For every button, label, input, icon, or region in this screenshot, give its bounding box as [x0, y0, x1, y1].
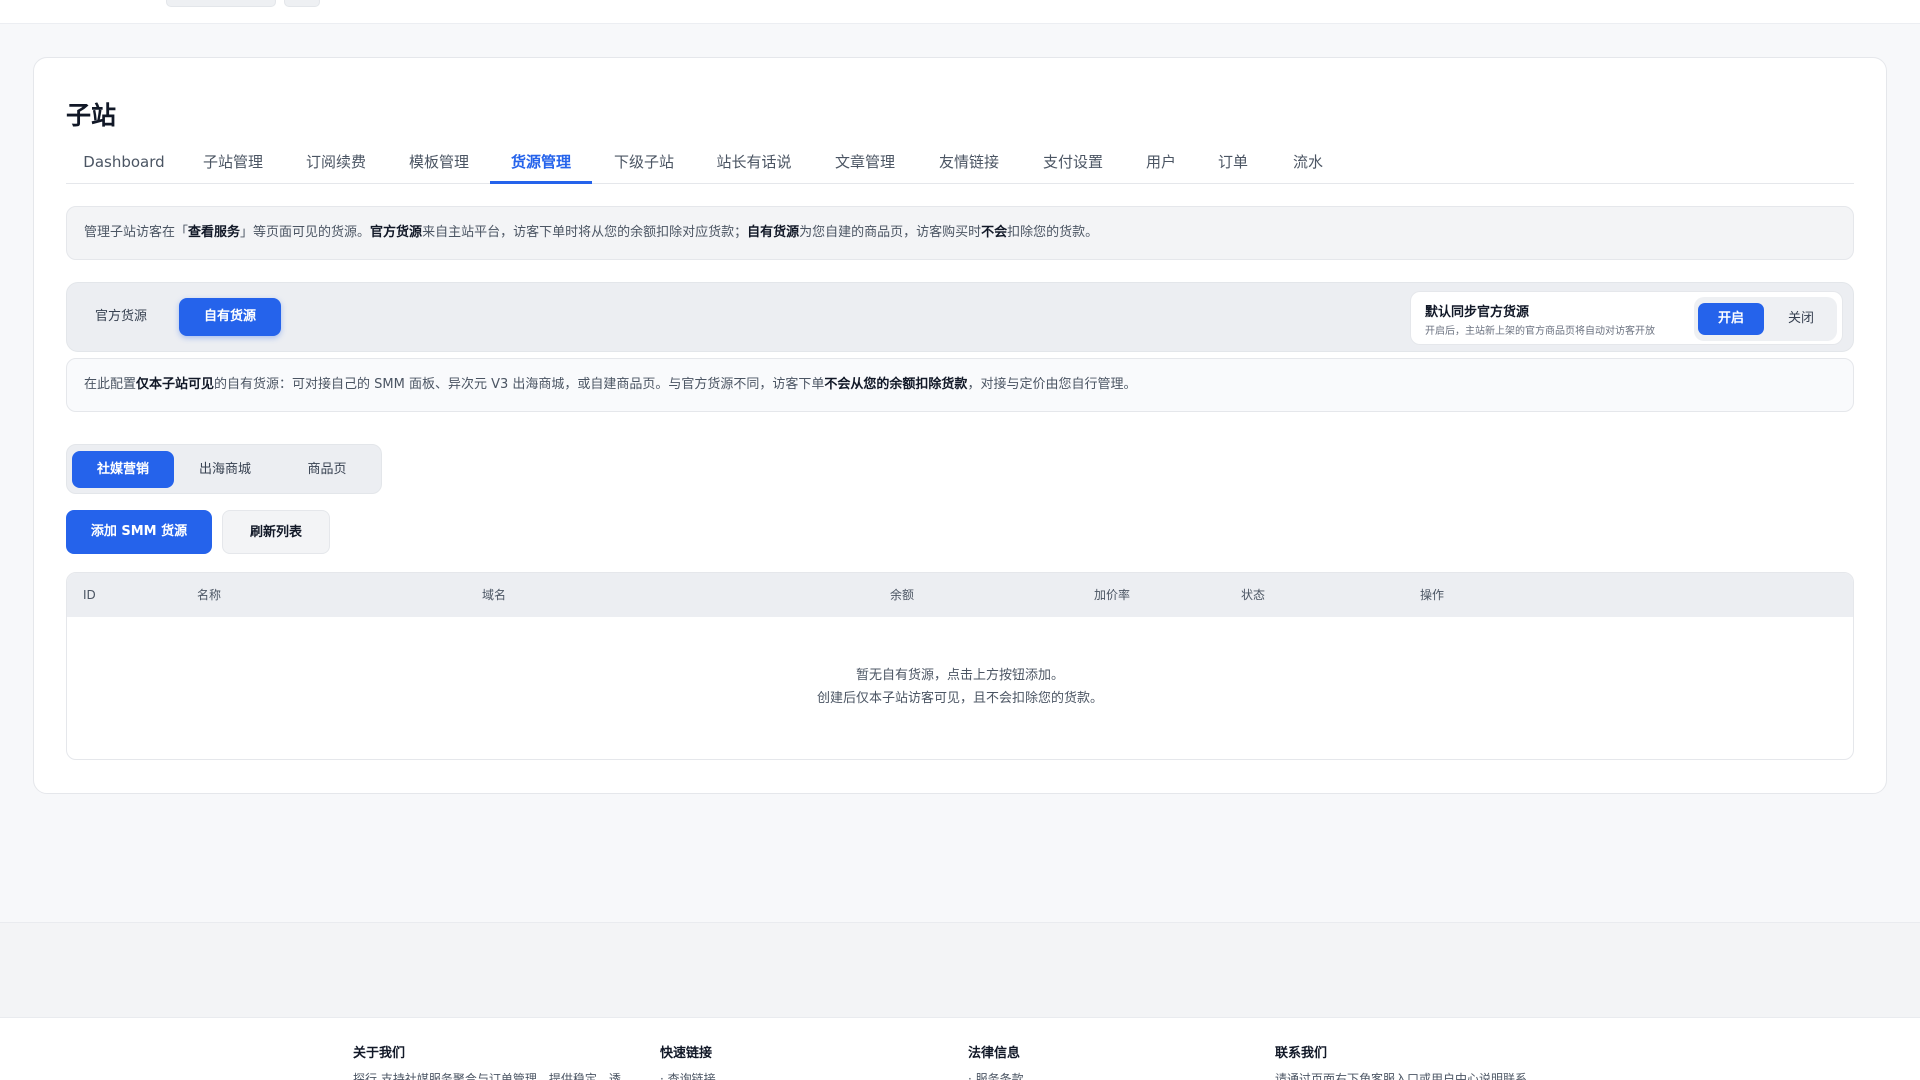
category-social-marketing[interactable]: 社媒营销 [72, 451, 174, 488]
footer-contact-text: 请通过页面右下角客服入口或用户中心说明联系 [1275, 1072, 1528, 1080]
tab-owner-notes[interactable]: 站长有话说 [696, 144, 812, 184]
own-source-notice: 在此配置仅本子站可见的自有货源：可对接自己的 SMM 面板、异次元 V3 出海商… [66, 358, 1854, 412]
notice-bold: 仅本子站可见 [136, 377, 215, 392]
table-header: ID 名称 域名 余额 加价率 状态 操作 [67, 573, 1853, 617]
notice-text: 的自有货源：可对接自己的 SMM 面板、异次元 V3 出海商城，或自建商品页。与… [214, 377, 825, 392]
tab-payment-settings[interactable]: 支付设置 [1020, 144, 1126, 184]
notice-bold: 官方货源 [370, 225, 423, 240]
column-actions: 操作 [1420, 588, 1445, 602]
top-navbar [0, 0, 1920, 24]
page-title: 子站 [66, 101, 117, 130]
footer-about-title: 关于我们 [353, 1046, 406, 1061]
tab-dashboard[interactable]: Dashboard [66, 144, 182, 184]
category-overseas-mall[interactable]: 出海商城 [174, 451, 276, 488]
empty-state-line2: 创建后仅本子站访客可见，且不会扣除您的货款。 [816, 691, 1103, 706]
column-domain: 域名 [482, 588, 507, 602]
footer-legal-title: 法律信息 [968, 1046, 1021, 1061]
tab-users[interactable]: 用户 [1126, 144, 1196, 184]
notice-text: 管理子站访客在「 [84, 225, 189, 240]
category-product-page[interactable]: 商品页 [276, 451, 378, 488]
notice-text: 」等页面可见的货源。 [240, 225, 371, 240]
column-markup: 加价率 [1094, 588, 1131, 602]
default-sync-panel: 默认同步官方货源 开启后，主站新上架的官方商品页将自动对访客开放 开启 关闭 [1410, 291, 1843, 345]
sync-off-button[interactable]: 关闭 [1768, 303, 1834, 335]
navbar-pill-small[interactable] [284, 0, 320, 7]
footer-links-title: 快速链接 [660, 1046, 713, 1061]
tab-friend-links[interactable]: 友情链接 [918, 144, 1020, 184]
tab-bar: Dashboard 子站管理 订阅续费 模板管理 货源管理 下级子站 站长有话说… [66, 144, 1854, 184]
sources-info-notice: 管理子站访客在「查看服务」等页面可见的货源。官方货源来自主站平台，访客下单时将从… [66, 206, 1854, 260]
footer-legal-item[interactable]: · 服务条款 [968, 1070, 1024, 1080]
notice-text: 为您自建的商品页，访客购买时 [799, 225, 982, 240]
main-card: 子站 Dashboard 子站管理 订阅续费 模板管理 货源管理 下级子站 站长… [33, 57, 1887, 794]
notice-text: ，对接与定价由您自行管理。 [967, 377, 1137, 392]
footer-link-item[interactable]: · 查询链接 [660, 1070, 716, 1080]
notice-bold: 查看服务 [188, 225, 241, 240]
footer-about-text: 探行 支持社媒服务聚合与订单管理，提供稳定、透 [353, 1072, 621, 1080]
tab-transactions[interactable]: 流水 [1270, 144, 1346, 184]
tab-subscription[interactable]: 订阅续费 [284, 144, 388, 184]
own-sources-table: ID 名称 域名 余额 加价率 状态 操作 暂无自有货源，点击上方按钮添加。 创… [66, 572, 1854, 760]
empty-state-line1: 暂无自有货源，点击上方按钮添加。 [855, 668, 1064, 683]
notice-bold: 不会从您的余额扣除货款 [824, 377, 968, 392]
notice-bold: 不会 [981, 225, 1008, 240]
source-type-bar: 官方货源 自有货源 默认同步官方货源 开启后，主站新上架的官方商品页将自动对访客… [66, 282, 1854, 352]
notice-bold: 自有货源 [747, 225, 800, 240]
column-balance: 余额 [890, 588, 915, 602]
notice-text: 扣除您的货款。 [1007, 225, 1099, 240]
sync-toggle: 开启 关闭 [1694, 297, 1837, 341]
tab-sub-sites[interactable]: 下级子站 [592, 144, 696, 184]
tab-articles[interactable]: 文章管理 [812, 144, 918, 184]
column-id: ID [83, 588, 96, 602]
source-category-tabs: 社媒营销 出海商城 商品页 [66, 444, 382, 494]
add-smm-source-button[interactable]: 添加 SMM 货源 [66, 510, 212, 554]
sync-on-button[interactable]: 开启 [1698, 303, 1764, 335]
tab-sources[interactable]: 货源管理 [490, 144, 592, 184]
sync-description: 开启后，主站新上架的官方商品页将自动对访客开放 [1425, 326, 1655, 337]
footer-spacer-band [0, 922, 1920, 1018]
own-source-button[interactable]: 自有货源 [179, 298, 281, 336]
column-name: 名称 [197, 588, 222, 602]
sync-title: 默认同步官方货源 [1425, 305, 1530, 320]
column-status: 状态 [1241, 588, 1266, 602]
notice-text: 来自主站平台，访客下单时将从您的余额扣除对应货款； [422, 225, 748, 240]
notice-text: 在此配置 [84, 377, 137, 392]
site-footer: 关于我们 探行 支持社媒服务聚合与订单管理，提供稳定、透 快速链接 · 查询链接… [0, 1018, 1920, 1080]
tab-orders[interactable]: 订单 [1196, 144, 1270, 184]
tab-templates[interactable]: 模板管理 [388, 144, 490, 184]
tab-substation-manage[interactable]: 子站管理 [182, 144, 284, 184]
navbar-pill[interactable] [166, 0, 276, 7]
footer-contact-title: 联系我们 [1275, 1046, 1328, 1061]
refresh-list-button[interactable]: 刷新列表 [222, 510, 330, 554]
official-source-button[interactable]: 官方货源 [79, 298, 163, 336]
